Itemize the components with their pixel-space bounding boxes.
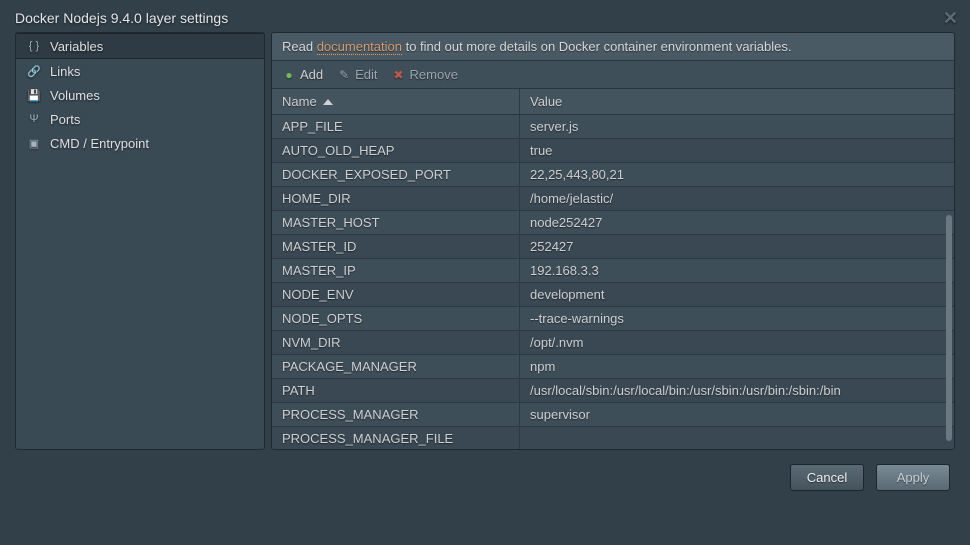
sidebar-item-label: Variables [50,39,103,54]
usb-icon: Ψ [26,111,42,127]
cell-value: development [520,283,954,306]
cell-name: PATH [272,379,520,402]
header-name-label: Name [282,94,317,109]
info-bar: Read documentation to find out more deta… [272,33,954,61]
remove-button[interactable]: ✖ Remove [392,67,458,82]
table-row[interactable]: MASTER_HOSTnode252427 [272,211,954,235]
main-panel: Read documentation to find out more deta… [271,32,955,450]
info-prefix: Read [282,39,317,54]
documentation-link[interactable]: documentation [317,39,402,55]
cell-value [520,427,954,449]
cell-name: PROCESS_MANAGER [272,403,520,426]
add-button[interactable]: ● Add [282,67,323,82]
cell-name: DOCKER_EXPOSED_PORT [272,163,520,186]
cell-value: supervisor [520,403,954,426]
dialog-footer: Cancel Apply [0,450,970,505]
edit-label: Edit [355,67,377,82]
cell-value: --trace-warnings [520,307,954,330]
table-row[interactable]: PROCESS_MANAGER_FILE [272,427,954,449]
sidebar-item-links[interactable]: 🔗 Links [16,59,264,83]
cell-value: /usr/local/sbin:/usr/local/bin:/usr/sbin… [520,379,954,402]
cell-name: MASTER_ID [272,235,520,258]
cell-name: PROCESS_MANAGER_FILE [272,427,520,449]
column-header-name[interactable]: Name [272,89,520,114]
cell-value: 22,25,443,80,21 [520,163,954,186]
cell-name: HOME_DIR [272,187,520,210]
table-row[interactable]: NODE_ENVdevelopment [272,283,954,307]
table-row[interactable]: NVM_DIR/opt/.nvm [272,331,954,355]
cell-value: 192.168.3.3 [520,259,954,282]
table-row[interactable]: DOCKER_EXPOSED_PORT22,25,443,80,21 [272,163,954,187]
table-row[interactable]: NODE_OPTS--trace-warnings [272,307,954,331]
remove-label: Remove [410,67,458,82]
link-icon: 🔗 [26,63,42,79]
cell-name: PACKAGE_MANAGER [272,355,520,378]
dialog-title-bar: Docker Nodejs 9.4.0 layer settings ✕ [0,0,970,32]
sidebar-item-volumes[interactable]: 💾 Volumes [16,83,264,107]
edit-icon: ✎ [337,68,351,82]
sidebar-item-cmd[interactable]: ▣ CMD / Entrypoint [16,131,264,155]
sidebar: { } Variables 🔗 Links 💾 Volumes Ψ Ports … [15,32,265,450]
header-value-label: Value [530,94,562,109]
sidebar-item-label: Links [50,64,80,79]
cell-value: /home/jelastic/ [520,187,954,210]
cell-name: MASTER_HOST [272,211,520,234]
cell-name: APP_FILE [272,115,520,138]
sidebar-item-ports[interactable]: Ψ Ports [16,107,264,131]
cancel-button[interactable]: Cancel [790,464,864,491]
column-header-value[interactable]: Value [520,89,954,114]
sort-asc-icon [323,99,333,105]
cell-value: node252427 [520,211,954,234]
table-row[interactable]: AUTO_OLD_HEAPtrue [272,139,954,163]
table-row[interactable]: HOME_DIR/home/jelastic/ [272,187,954,211]
scrollbar-thumb[interactable] [946,215,952,441]
sidebar-item-variables[interactable]: { } Variables [16,33,264,59]
cell-value: npm [520,355,954,378]
cell-value: 252427 [520,235,954,258]
sidebar-item-label: Volumes [50,88,100,103]
table-row[interactable]: APP_FILEserver.js [272,115,954,139]
table-row[interactable]: PROCESS_MANAGERsupervisor [272,403,954,427]
cell-value: server.js [520,115,954,138]
sidebar-item-label: CMD / Entrypoint [50,136,149,151]
dialog-title: Docker Nodejs 9.4.0 layer settings [15,10,228,26]
cell-value: true [520,139,954,162]
add-icon: ● [282,68,296,82]
table-row[interactable]: MASTER_ID252427 [272,235,954,259]
edit-button[interactable]: ✎ Edit [337,67,377,82]
cell-name: NODE_OPTS [272,307,520,330]
apply-button[interactable]: Apply [876,464,950,491]
table-body: APP_FILEserver.jsAUTO_OLD_HEAPtrueDOCKER… [272,115,954,449]
toolbar: ● Add ✎ Edit ✖ Remove [272,61,954,89]
cell-name: NODE_ENV [272,283,520,306]
cell-value: /opt/.nvm [520,331,954,354]
cmd-icon: ▣ [26,135,42,151]
table-header: Name Value [272,89,954,115]
remove-icon: ✖ [392,68,406,82]
dialog-content: { } Variables 🔗 Links 💾 Volumes Ψ Ports … [0,32,970,450]
braces-icon: { } [26,38,42,54]
close-icon[interactable]: ✕ [943,8,958,29]
add-label: Add [300,67,323,82]
sidebar-item-label: Ports [50,112,80,127]
cell-name: NVM_DIR [272,331,520,354]
table-row[interactable]: PACKAGE_MANAGERnpm [272,355,954,379]
cell-name: AUTO_OLD_HEAP [272,139,520,162]
table-row[interactable]: MASTER_IP192.168.3.3 [272,259,954,283]
disk-icon: 💾 [26,87,42,103]
cell-name: MASTER_IP [272,259,520,282]
info-suffix: to find out more details on Docker conta… [402,39,791,54]
table-row[interactable]: PATH/usr/local/sbin:/usr/local/bin:/usr/… [272,379,954,403]
